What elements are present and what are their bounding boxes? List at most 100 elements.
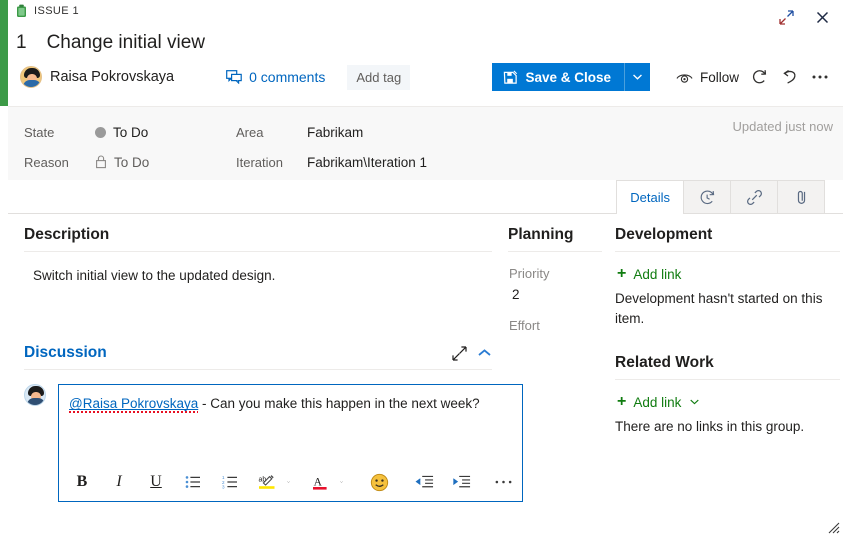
bold-button[interactable]: B: [69, 469, 95, 495]
development-heading: Development: [615, 226, 840, 252]
reason-value-text: To Do: [114, 154, 150, 170]
history-clock-icon: [700, 190, 714, 204]
undo-icon: [783, 70, 796, 84]
add-tag-button[interactable]: Add tag: [347, 64, 411, 90]
format-toolbar: B I U 1 2 3 ab A: [59, 465, 522, 501]
area-value[interactable]: Fabrikam: [302, 122, 368, 143]
comments-link[interactable]: 0 comments: [226, 69, 325, 85]
highlight-color-button[interactable]: ab: [254, 469, 280, 495]
emoji-button[interactable]: [366, 469, 392, 495]
updated-status-text: Updated just now: [732, 119, 833, 134]
iteration-value[interactable]: Fabrikam\Iteration 1: [302, 152, 432, 173]
header-meta-row: Raisa Pokrovskaya 0 comments Add tag Sav…: [16, 62, 835, 92]
underline-button[interactable]: U: [143, 469, 169, 495]
work-item-body: Description Switch initial view to the u…: [8, 214, 843, 537]
refresh-button[interactable]: [745, 63, 775, 91]
lock-icon: [96, 155, 106, 169]
planning-field-effort: Effort: [508, 318, 602, 356]
reason-value: To Do: [90, 152, 154, 173]
more-options-button[interactable]: [805, 63, 835, 91]
resize-grip-glyph: [828, 522, 840, 534]
numbered-list-button[interactable]: 1 2 3: [217, 469, 243, 495]
links-column: Development + Add link Development hasn'…: [615, 226, 840, 437]
comment-editor[interactable]: @Raisa Pokrovskaya - Can you make this h…: [58, 384, 523, 502]
save-disk-icon: [504, 70, 518, 84]
development-add-link-button[interactable]: + Add link: [615, 264, 683, 284]
title-row: 1 Change initial view: [16, 30, 209, 56]
save-options-dropdown[interactable]: [623, 63, 650, 91]
font-color-dropdown[interactable]: [334, 469, 349, 495]
header-actions: Save & Close Follow: [492, 63, 835, 91]
assigned-to-name: Raisa Pokrovskaya: [50, 69, 175, 85]
field-row-state: State To Do: [24, 117, 154, 147]
highlighter-icon: ab: [258, 474, 274, 489]
tab-history[interactable]: [683, 180, 731, 213]
undo-button[interactable]: [775, 63, 805, 91]
comment-text: - Can you make this happen in the next w…: [198, 396, 480, 411]
reason-label: Reason: [24, 154, 69, 170]
related-work-add-link-button[interactable]: + Add link: [615, 392, 701, 412]
related-work-heading: Related Work: [615, 354, 840, 381]
tab-details[interactable]: Details: [616, 180, 684, 214]
resize-grip-icon[interactable]: [827, 521, 840, 534]
discussion-heading[interactable]: Discussion: [24, 344, 107, 362]
assigned-to-field[interactable]: Raisa Pokrovskaya: [16, 64, 178, 90]
paperclip-icon: [797, 190, 805, 204]
state-dot-icon: [95, 126, 106, 138]
planning-column: Planning Priority 2 Effort: [508, 226, 602, 356]
emoji-icon: [370, 473, 388, 491]
comment-bubble-icon: [226, 70, 242, 84]
priority-value[interactable]: 2: [508, 285, 602, 304]
iteration-label: Iteration: [236, 154, 283, 170]
follow-button[interactable]: Follow: [670, 65, 745, 90]
issue-green-icon: [17, 4, 26, 17]
more-formatting-button[interactable]: [490, 469, 516, 495]
work-item-tab-strip: Details: [8, 180, 843, 214]
chevron-down-icon: [340, 481, 343, 483]
development-empty-note: Development hasn't started on this item.: [615, 291, 823, 326]
plus-icon: +: [617, 265, 627, 282]
highlight-color-dropdown[interactable]: [281, 469, 296, 495]
effort-value[interactable]: [508, 337, 602, 356]
chevron-down-icon: [690, 399, 700, 405]
eye-icon: [676, 73, 693, 83]
priority-label: Priority: [509, 266, 550, 281]
font-color-icon: A: [313, 476, 327, 490]
description-text[interactable]: Switch initial view to the updated desig…: [24, 252, 492, 312]
numbered-list-icon: 1 2 3: [222, 475, 237, 489]
discussion-collapse-button[interactable]: [477, 348, 492, 358]
related-work-add-link-label: Add link: [633, 394, 682, 410]
related-work-block: Related Work + Add link There are no lin…: [615, 354, 840, 437]
tab-attachments[interactable]: [777, 180, 825, 213]
mention-token[interactable]: @Raisa Pokrovskaya: [69, 396, 199, 413]
discussion-expand-button[interactable]: [451, 345, 468, 362]
effort-label: Effort: [509, 318, 540, 333]
save-and-close-button[interactable]: Save & Close: [492, 63, 624, 91]
save-and-close-label: Save & Close: [525, 69, 611, 85]
state-value-text: To Do: [113, 124, 149, 140]
font-color-button[interactable]: A: [307, 469, 333, 495]
state-value[interactable]: To Do: [90, 122, 153, 143]
state-label: State: [24, 124, 55, 140]
ellipsis-icon: [495, 480, 511, 484]
work-item-header: ISSUE 1 1 Change initial view Raisa Pokr…: [8, 0, 843, 106]
tab-links[interactable]: [730, 180, 778, 213]
italic-button[interactable]: I: [106, 469, 132, 495]
increase-indent-button[interactable]: [448, 469, 474, 495]
planning-field-priority: Priority 2: [508, 266, 602, 304]
discussion-block: Discussion @Raisa Pokrovskaya - Can you …: [24, 344, 523, 502]
field-column-state: State To Do Reason To Do: [24, 117, 154, 177]
chevron-down-icon: [287, 481, 290, 483]
increase-indent-icon: [452, 475, 470, 488]
comment-input[interactable]: @Raisa Pokrovskaya - Can you make this h…: [59, 385, 522, 465]
ellipsis-icon: [812, 75, 828, 79]
work-item-fields-band: State To Do Reason To Do Area Fabrikam I…: [8, 106, 843, 180]
refresh-icon: [752, 70, 767, 84]
decrease-indent-button[interactable]: [411, 469, 437, 495]
bulleted-list-button[interactable]: [180, 469, 206, 495]
expand-diagonal-icon: [452, 345, 467, 361]
comment-editor-row: @Raisa Pokrovskaya - Can you make this h…: [24, 384, 523, 502]
bullet-list-icon: [185, 476, 200, 488]
work-item-title-input[interactable]: Change initial view: [43, 30, 209, 56]
field-row-iteration: Iteration Fabrikam\Iteration 1: [236, 147, 432, 177]
